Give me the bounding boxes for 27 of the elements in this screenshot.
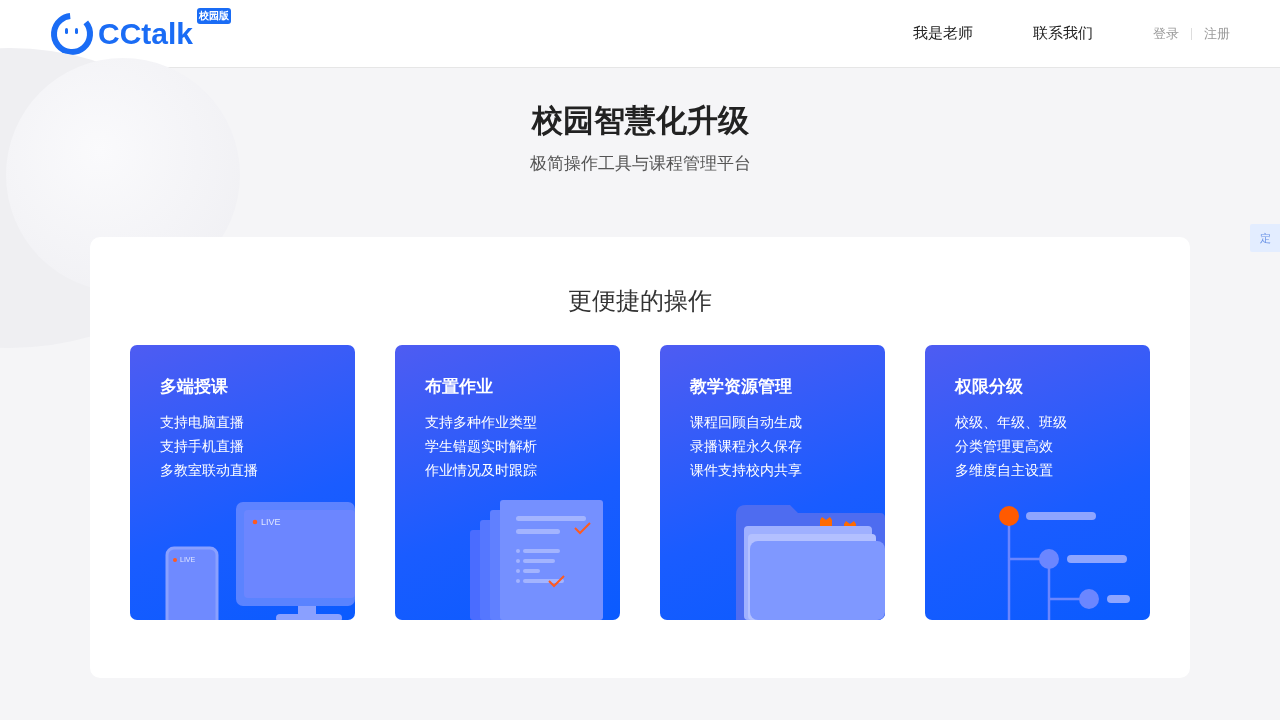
- feature-line: 支持手机直播: [160, 437, 245, 456]
- edition-badge: 校园版: [197, 7, 232, 24]
- card-title: 布置作业: [425, 375, 494, 398]
- feature-line: 分类管理更高效: [955, 437, 1054, 456]
- nav-link[interactable]: 我是老师: [913, 24, 973, 43]
- side-tab[interactable]: 定: [1250, 224, 1280, 252]
- feature-line: 多教室联动直播: [160, 461, 259, 480]
- smiley-logo-icon: [50, 11, 94, 56]
- feature-line: 课件支持校内共享: [690, 461, 803, 480]
- feature-line: 支持电脑直播: [160, 413, 245, 432]
- feature-line: 支持多种作业类型: [425, 413, 538, 432]
- feature-line: 课程回顾自动生成: [690, 413, 803, 432]
- logo-wordmark: CCtalk: [98, 15, 194, 52]
- auth-link[interactable]: 登录: [1153, 24, 1179, 43]
- nav-link[interactable]: 联系我们: [1033, 24, 1093, 43]
- section-heading: 更便捷的操作: [568, 286, 712, 317]
- card-title: 教学资源管理: [690, 375, 793, 398]
- card-title: 多端授课: [160, 375, 229, 398]
- feature-line: 作业情况及时跟踪: [425, 461, 538, 480]
- feature-line: 校级、年级、班级: [955, 413, 1068, 432]
- hero-subtitle: 极简操作工具与课程管理平台: [529, 152, 751, 175]
- feature-line: 学生错题实时解析: [425, 437, 538, 456]
- hero-title: 校园智慧化升级: [531, 101, 749, 140]
- auth-link[interactable]: 注册: [1204, 24, 1230, 43]
- feature-line: 多维度自主设置: [955, 461, 1054, 480]
- card-title: 权限分级: [955, 375, 1024, 398]
- feature-line: 录播课程永久保存: [690, 437, 803, 456]
